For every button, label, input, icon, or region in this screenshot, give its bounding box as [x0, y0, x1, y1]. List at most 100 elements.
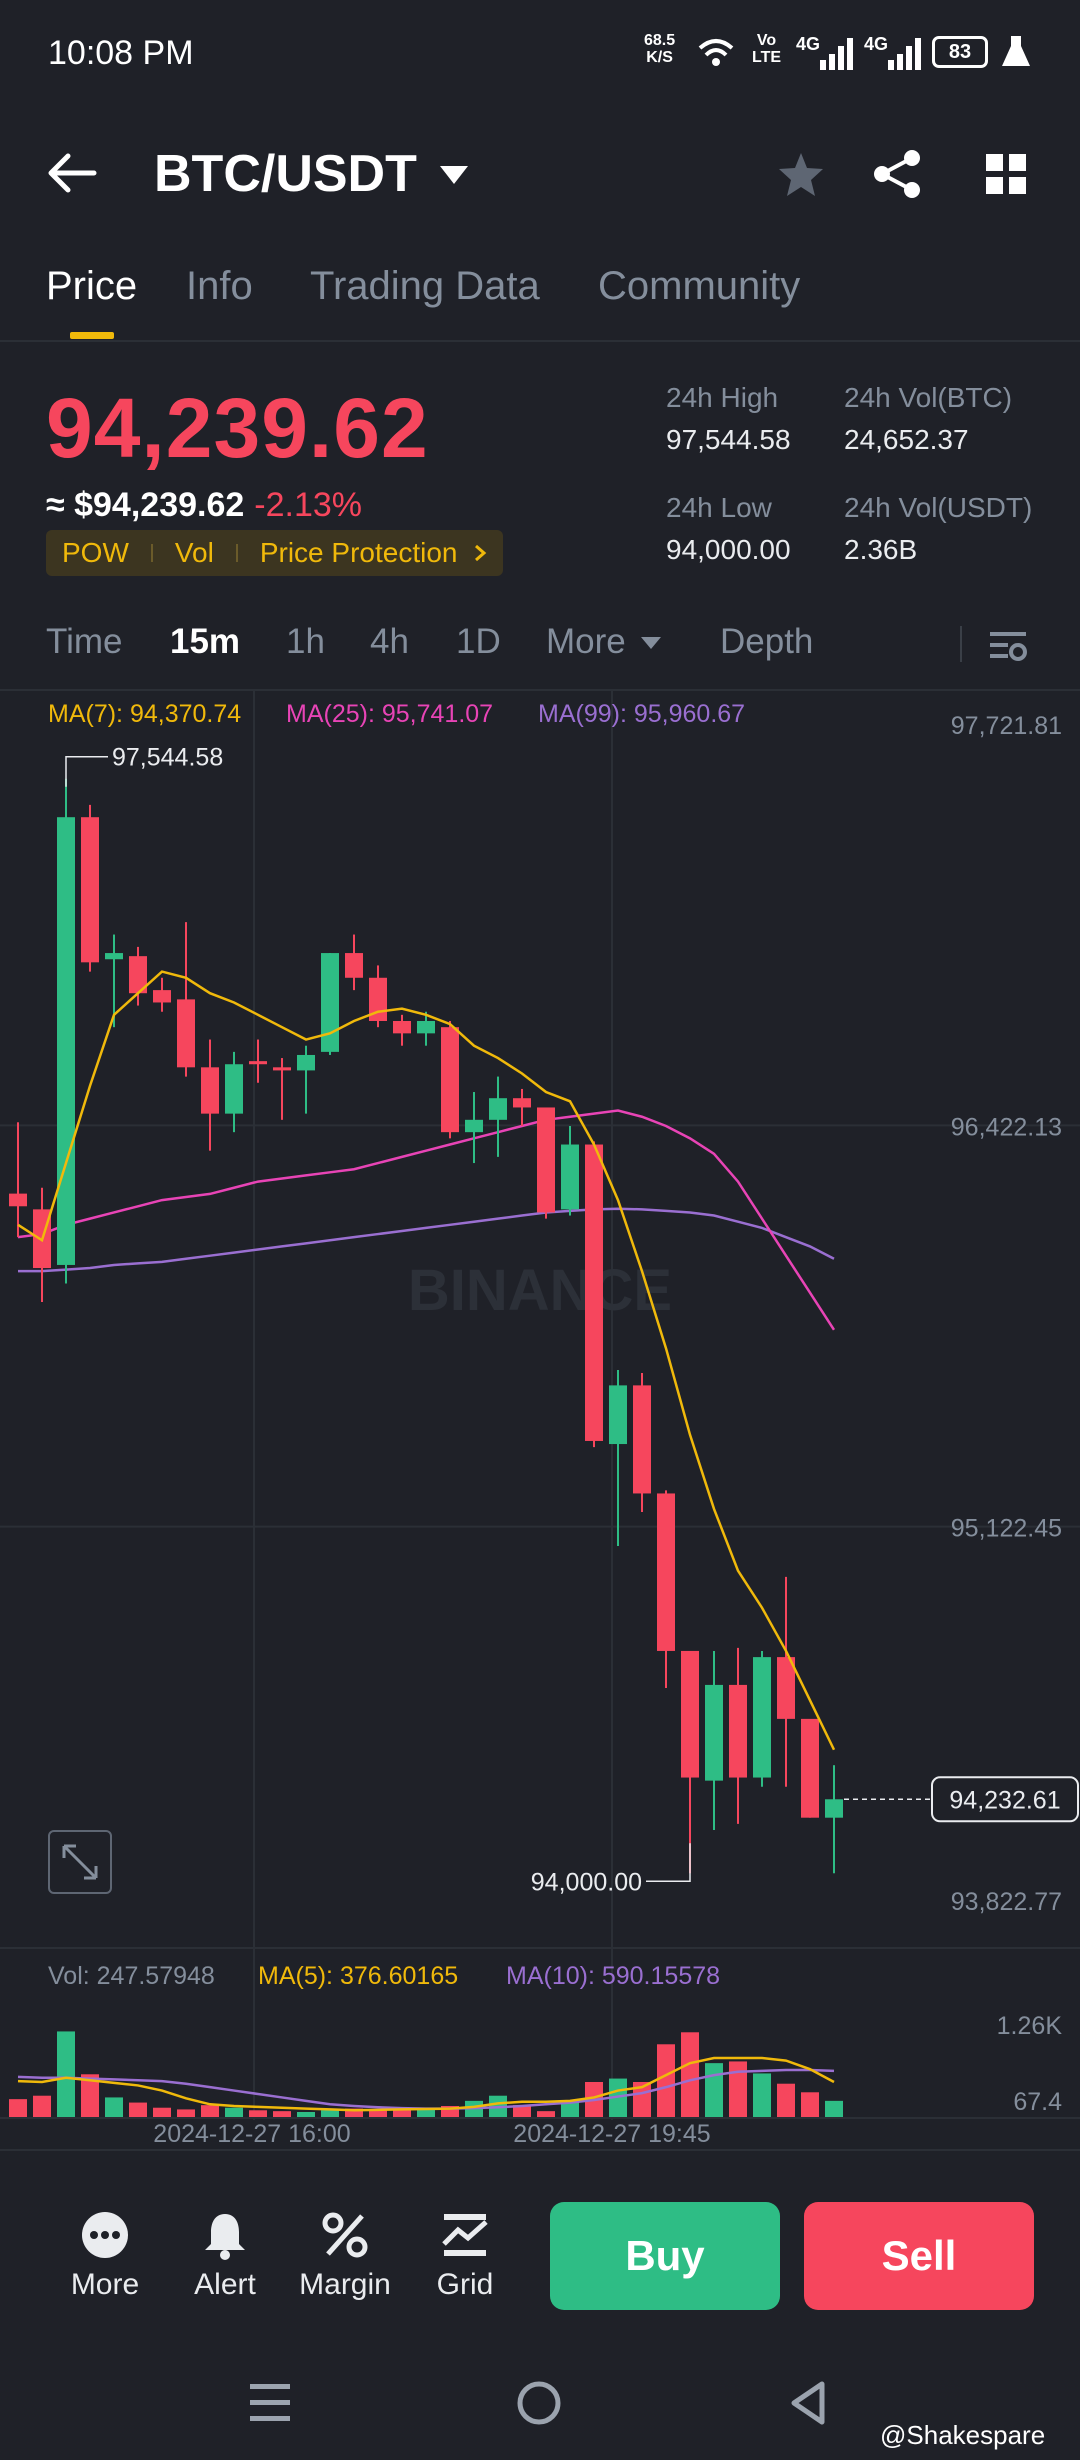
active-tab-indicator — [70, 332, 114, 339]
x-axis-label: 2024-12-27 16:00 — [153, 2120, 350, 2148]
bell-icon — [205, 2214, 245, 2260]
tab-info[interactable]: Info — [186, 264, 253, 309]
candle-body — [177, 999, 195, 1068]
high-marker-line — [65, 755, 108, 787]
interval-1h[interactable]: 1h — [286, 622, 325, 662]
back-triangle-icon[interactable] — [788, 2380, 828, 2426]
chart-watermark: BINANCE — [408, 1258, 672, 1323]
nav-grid[interactable]: Grid — [410, 2210, 520, 2302]
home-icon[interactable] — [516, 2380, 562, 2426]
network-type-2: 4G — [864, 34, 889, 54]
candle-body — [753, 1657, 771, 1778]
candle-body — [81, 817, 99, 963]
volume-bar — [153, 2107, 171, 2118]
pair-title[interactable]: BTC/USDT — [154, 144, 417, 204]
high-marker-label: 97,544.58 — [112, 744, 223, 772]
fullscreen-button[interactable] — [48, 1830, 112, 1894]
candle-body — [705, 1684, 723, 1781]
tag-vol[interactable]: Vol — [175, 537, 214, 569]
candle-body — [273, 1067, 291, 1071]
tag-strip[interactable]: POW Vol Price Protection — [46, 530, 504, 576]
caret-down-icon[interactable] — [438, 164, 470, 186]
volte-indicator: Vo LTE — [752, 32, 782, 66]
last-price: 94,239.62 — [46, 381, 429, 475]
interval-15m[interactable]: 15m — [170, 622, 240, 662]
candle-body — [345, 953, 363, 978]
volume-bar — [201, 2105, 219, 2118]
volume-bar — [249, 2110, 267, 2118]
recent-apps-icon[interactable] — [250, 2382, 290, 2424]
vol-btc-label: 24h Vol(BTC) — [844, 382, 1013, 413]
candle-body — [561, 1144, 579, 1210]
y-axis-label: 97,721.81 — [951, 712, 1062, 740]
candle-body — [513, 1098, 531, 1108]
high-label: 24h High — [666, 382, 779, 413]
bottom-action-bar: More Alert Margin Grid Buy Sell — [0, 2180, 1080, 2330]
interval-4h[interactable]: 4h — [370, 622, 409, 662]
candlestick-chart[interactable]: 97,721.81 96,422.13 95,122.45 93,822.77 BINA… — [0, 680, 1080, 2160]
tab-trading-data[interactable]: Trading Data — [310, 264, 540, 309]
interval-depth[interactable]: Depth — [720, 622, 813, 662]
volume-bar — [33, 2095, 51, 2118]
volume-bar — [537, 2111, 555, 2118]
candle-body — [417, 1021, 435, 1034]
volume-bar — [801, 2092, 819, 2118]
candle-body — [105, 953, 123, 960]
star-icon[interactable] — [776, 150, 826, 200]
interval-more[interactable]: More — [546, 622, 626, 662]
sell-button[interactable]: Sell — [804, 2202, 1034, 2310]
fiat-price: ≈ $94,239.62 -2.13% — [46, 486, 363, 524]
candle-body — [57, 817, 75, 1265]
signal-icon — [888, 38, 921, 70]
volume-axis-label: 1.26K — [997, 2012, 1063, 2040]
grid-icon[interactable] — [984, 152, 1028, 196]
grid-bot-icon — [442, 2214, 488, 2256]
candle-body — [201, 1067, 219, 1114]
candle-body — [801, 1718, 819, 1818]
status-bar: 10:08 PM 68.5 K/S Vo LTE 4G 4G 83 — [0, 0, 1080, 110]
network-type-1: 4G — [796, 34, 821, 54]
buy-button[interactable]: Buy — [550, 2202, 780, 2310]
volume-bar — [273, 2111, 291, 2118]
volume-bar — [825, 2100, 843, 2118]
candle-body — [465, 1119, 483, 1133]
ma7-legend: MA(7): 94,370.74 — [48, 700, 242, 728]
vol-btc-value: 24,652.37 — [844, 424, 969, 455]
tab-community[interactable]: Community — [598, 264, 800, 309]
tab-price[interactable]: Price — [46, 264, 137, 309]
volume-bar — [705, 2063, 723, 2118]
volume-bar — [321, 2110, 339, 2118]
candle-body — [153, 990, 171, 1003]
ma99-legend: MA(99): 95,960.67 — [538, 700, 746, 728]
chevron-right-icon — [475, 544, 487, 562]
caret-down-icon[interactable] — [640, 636, 662, 650]
candle-body — [489, 1098, 507, 1120]
share-icon[interactable] — [872, 148, 924, 200]
candle-body — [657, 1493, 675, 1651]
tag-price-protection[interactable]: Price Protection — [260, 537, 458, 569]
percent-icon — [322, 2212, 368, 2258]
candle-body — [249, 1061, 267, 1065]
nav-more[interactable]: More — [50, 2210, 160, 2302]
volume-bar — [9, 2099, 27, 2118]
y-axis-label: 96,422.13 — [951, 1113, 1062, 1141]
nav-alert[interactable]: Alert — [170, 2210, 280, 2302]
volume-bar — [177, 2109, 195, 2118]
low-marker-label: 94,000.00 — [531, 1868, 642, 1896]
candle-body — [225, 1064, 243, 1114]
chart-settings-icon[interactable] — [988, 628, 1028, 664]
ma25-legend: MA(25): 95,741.07 — [286, 700, 494, 728]
volume-bar — [777, 2083, 795, 2118]
back-arrow-icon[interactable] — [46, 150, 98, 196]
interval-1d[interactable]: 1D — [456, 622, 501, 662]
volume-bar — [129, 2102, 147, 2118]
nav-margin[interactable]: Margin — [290, 2210, 400, 2302]
flask-icon — [1002, 36, 1030, 66]
expand-icon — [62, 1844, 98, 1880]
y-axis-label: 93,822.77 — [951, 1888, 1062, 1916]
tag-pow[interactable]: POW — [62, 537, 129, 569]
volume-bar — [753, 2073, 771, 2118]
candle-body — [633, 1385, 651, 1494]
candle-body — [321, 953, 339, 1052]
interval-time[interactable]: Time — [46, 622, 122, 662]
